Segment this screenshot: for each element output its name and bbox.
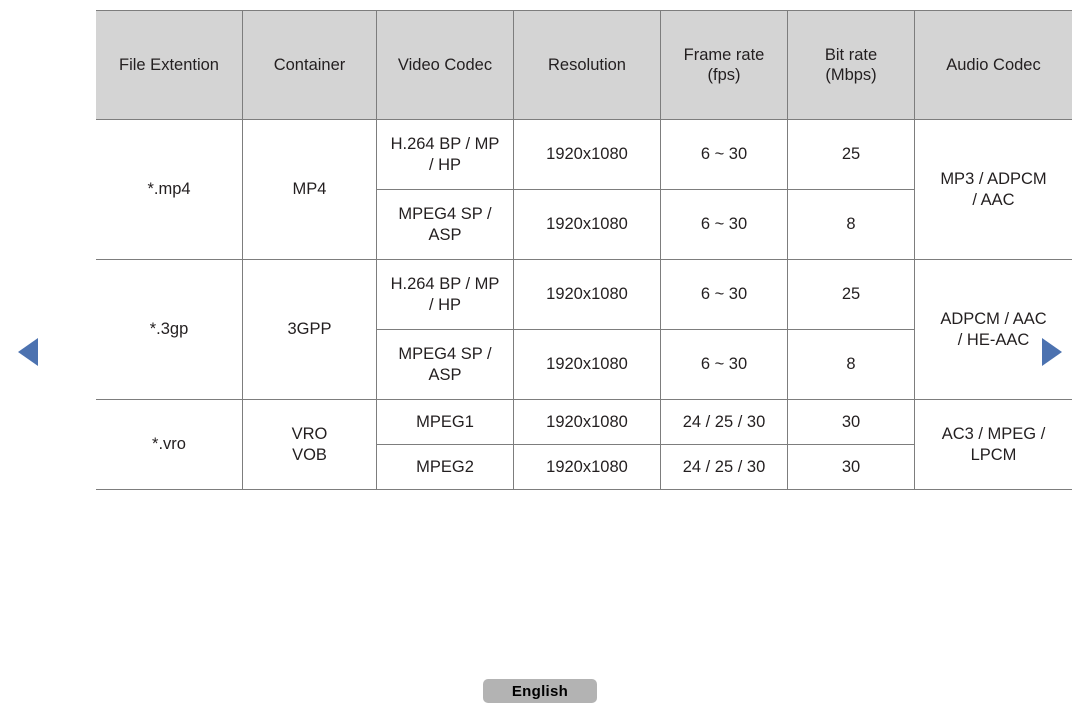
cell-file-extention: *.mp4 bbox=[96, 119, 243, 260]
cell-video-codec-line1: MPEG4 SP / bbox=[398, 345, 492, 364]
cell-video-codec: MPEG2 bbox=[376, 444, 514, 490]
cell-video-codec: H.264 BP / MP / HP bbox=[376, 259, 514, 330]
column-header-frame-rate: Frame rate (fps) bbox=[660, 10, 788, 120]
language-button[interactable]: English bbox=[483, 679, 597, 703]
cell-frame-rate: 24 / 25 / 30 bbox=[660, 444, 788, 490]
cell-video-codec: MPEG1 bbox=[376, 399, 514, 445]
column-header-label: Resolution bbox=[548, 55, 626, 74]
column-header-label: File Extention bbox=[119, 55, 219, 74]
cell-container-line2: VOB bbox=[292, 445, 327, 464]
column-header-unit: (Mbps) bbox=[825, 66, 877, 84]
cell-resolution: 1920x1080 bbox=[513, 119, 661, 190]
column-header-video-codec: Video Codec bbox=[376, 10, 514, 120]
cell-frame-rate: 6 ~ 30 bbox=[660, 189, 788, 260]
cell-bit-rate: 25 bbox=[787, 119, 915, 190]
cell-audio-codec: ADPCM / AAC / HE-AAC bbox=[914, 259, 1072, 400]
cell-video-codec-line1: H.264 BP / MP bbox=[390, 275, 500, 294]
table-header-row: File Extention Container Video Codec Res… bbox=[96, 10, 1072, 120]
cell-frame-rate: 6 ~ 30 bbox=[660, 259, 788, 330]
cell-resolution: 1920x1080 bbox=[513, 329, 661, 400]
column-header-bit-rate: Bit rate (Mbps) bbox=[787, 10, 915, 120]
cell-video-codec-line1: H.264 BP / MP bbox=[390, 135, 500, 154]
cell-container-line1: 3GPP bbox=[287, 320, 332, 339]
cell-video-codec-line2: ASP bbox=[428, 225, 462, 244]
column-header-container: Container bbox=[242, 10, 377, 120]
cell-video-codec: H.264 BP / MP / HP bbox=[376, 119, 514, 190]
cell-bit-rate: 30 bbox=[787, 399, 915, 445]
video-format-spec-table: File Extention Container Video Codec Res… bbox=[96, 10, 1072, 490]
column-header-resolution: Resolution bbox=[513, 10, 661, 120]
cell-audio-codec: MP3 / ADPCM / AAC bbox=[914, 119, 1072, 260]
cell-resolution: 1920x1080 bbox=[513, 189, 661, 260]
triangle-left-icon[interactable] bbox=[18, 338, 38, 366]
column-header-label: Bit rate bbox=[824, 45, 878, 64]
column-header-unit: (fps) bbox=[707, 66, 741, 84]
column-header-label: Audio Codec bbox=[946, 55, 1041, 74]
table-header: File Extention Container Video Codec Res… bbox=[96, 10, 1072, 120]
cell-video-codec: MPEG4 SP / ASP bbox=[376, 329, 514, 400]
cell-video-codec-line1: MPEG4 SP / bbox=[398, 205, 492, 224]
cell-resolution: 1920x1080 bbox=[513, 259, 661, 330]
spec-table: File Extention Container Video Codec Res… bbox=[96, 10, 1072, 490]
cell-audio-codec-line2: / AAC bbox=[972, 190, 1015, 209]
cell-frame-rate: 24 / 25 / 30 bbox=[660, 399, 788, 445]
table-row: *.mp4 MP4 H.264 BP / MP / HP 1920x1080 6… bbox=[96, 119, 1072, 260]
cell-file-extention: *.3gp bbox=[96, 259, 243, 400]
column-header-label: Video Codec bbox=[397, 55, 493, 74]
column-header-audio-codec: Audio Codec bbox=[914, 10, 1072, 120]
cell-frame-rate: 6 ~ 30 bbox=[660, 329, 788, 400]
cell-container: 3GPP bbox=[242, 259, 377, 400]
cell-audio-codec-line2: / HE-AAC bbox=[957, 330, 1030, 349]
cell-audio-codec-line1: MP3 / ADPCM bbox=[940, 170, 1047, 189]
cell-video-codec-line2: ASP bbox=[428, 365, 462, 384]
cell-bit-rate: 8 bbox=[787, 189, 915, 260]
cell-container-line1: VRO bbox=[291, 425, 328, 444]
cell-container: VRO VOB bbox=[242, 399, 377, 490]
cell-video-codec-line2: / HP bbox=[428, 155, 462, 174]
cell-frame-rate: 6 ~ 30 bbox=[660, 119, 788, 190]
cell-resolution: 1920x1080 bbox=[513, 399, 661, 445]
cell-audio-codec: AC3 / MPEG / LPCM bbox=[914, 399, 1072, 490]
column-header-file-extention: File Extention bbox=[96, 10, 243, 120]
cell-resolution: 1920x1080 bbox=[513, 444, 661, 490]
cell-file-extention: *.vro bbox=[96, 399, 243, 490]
cell-audio-codec-line1: AC3 / MPEG / bbox=[941, 425, 1046, 444]
cell-bit-rate: 30 bbox=[787, 444, 915, 490]
cell-video-codec: MPEG4 SP / ASP bbox=[376, 189, 514, 260]
column-header-label: Container bbox=[273, 55, 346, 74]
cell-audio-codec-line1: ADPCM / AAC bbox=[940, 310, 1047, 329]
cell-container: MP4 bbox=[242, 119, 377, 260]
cell-audio-codec-line2: LPCM bbox=[970, 445, 1017, 464]
column-header-label: Frame rate bbox=[683, 45, 765, 64]
table-row: *.3gp 3GPP H.264 BP / MP / HP 1920x1080 … bbox=[96, 259, 1072, 400]
table-body: *.mp4 MP4 H.264 BP / MP / HP 1920x1080 6… bbox=[96, 119, 1072, 490]
cell-bit-rate: 25 bbox=[787, 259, 915, 330]
table-row: *.vro VRO VOB MPEG1 1920x1080 24 / 25 / … bbox=[96, 399, 1072, 490]
cell-container-line1: MP4 bbox=[292, 180, 327, 199]
cell-bit-rate: 8 bbox=[787, 329, 915, 400]
cell-video-codec-line2: / HP bbox=[428, 295, 462, 314]
